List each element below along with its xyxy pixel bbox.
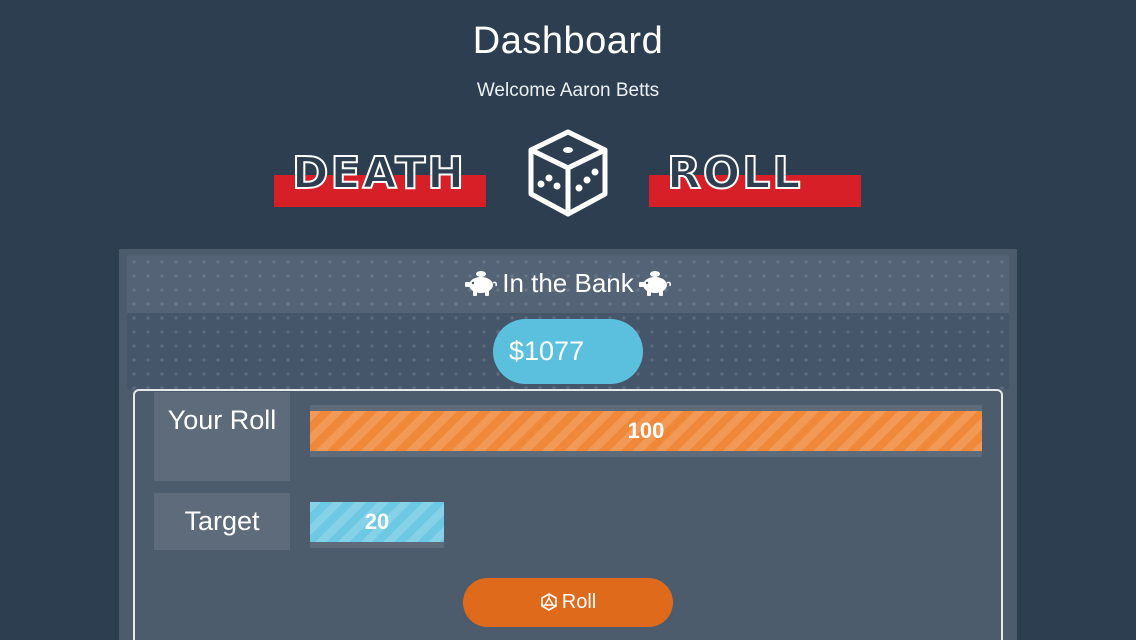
page-title: Dashboard bbox=[472, 20, 664, 62]
target-label: Target bbox=[154, 493, 290, 550]
roll-button[interactable]: Roll bbox=[463, 578, 673, 627]
roll-button-label: Roll bbox=[561, 591, 597, 613]
bank-balance-badge: $1077 bbox=[493, 319, 643, 384]
piggy-bank-icon bbox=[465, 271, 498, 296]
your-roll-label: Your Roll bbox=[154, 392, 290, 481]
logo-roll-word: Roll bbox=[649, 147, 864, 208]
logo-death-word: Death bbox=[274, 147, 489, 208]
target-bar-underline bbox=[310, 542, 444, 548]
logo-text-death: Death bbox=[291, 147, 467, 200]
logo-text-roll: Roll bbox=[666, 147, 803, 200]
target-progress-bar: 20 bbox=[310, 502, 444, 542]
bank-heading: In the Bank bbox=[0, 268, 1136, 299]
bank-title-text: In the Bank bbox=[502, 268, 634, 298]
welcome-message: Welcome Aaron Betts bbox=[476, 80, 660, 101]
your-roll-track: 100 bbox=[310, 405, 982, 457]
dice-icon bbox=[528, 129, 608, 217]
target-track: 20 bbox=[310, 496, 982, 548]
d20-icon bbox=[540, 593, 557, 611]
dashboard-page: Dashboard Welcome Aaron Betts Death Roll bbox=[0, 0, 1136, 640]
piggy-bank-icon bbox=[638, 271, 671, 296]
your-roll-progress-bar: 100 bbox=[310, 411, 982, 451]
